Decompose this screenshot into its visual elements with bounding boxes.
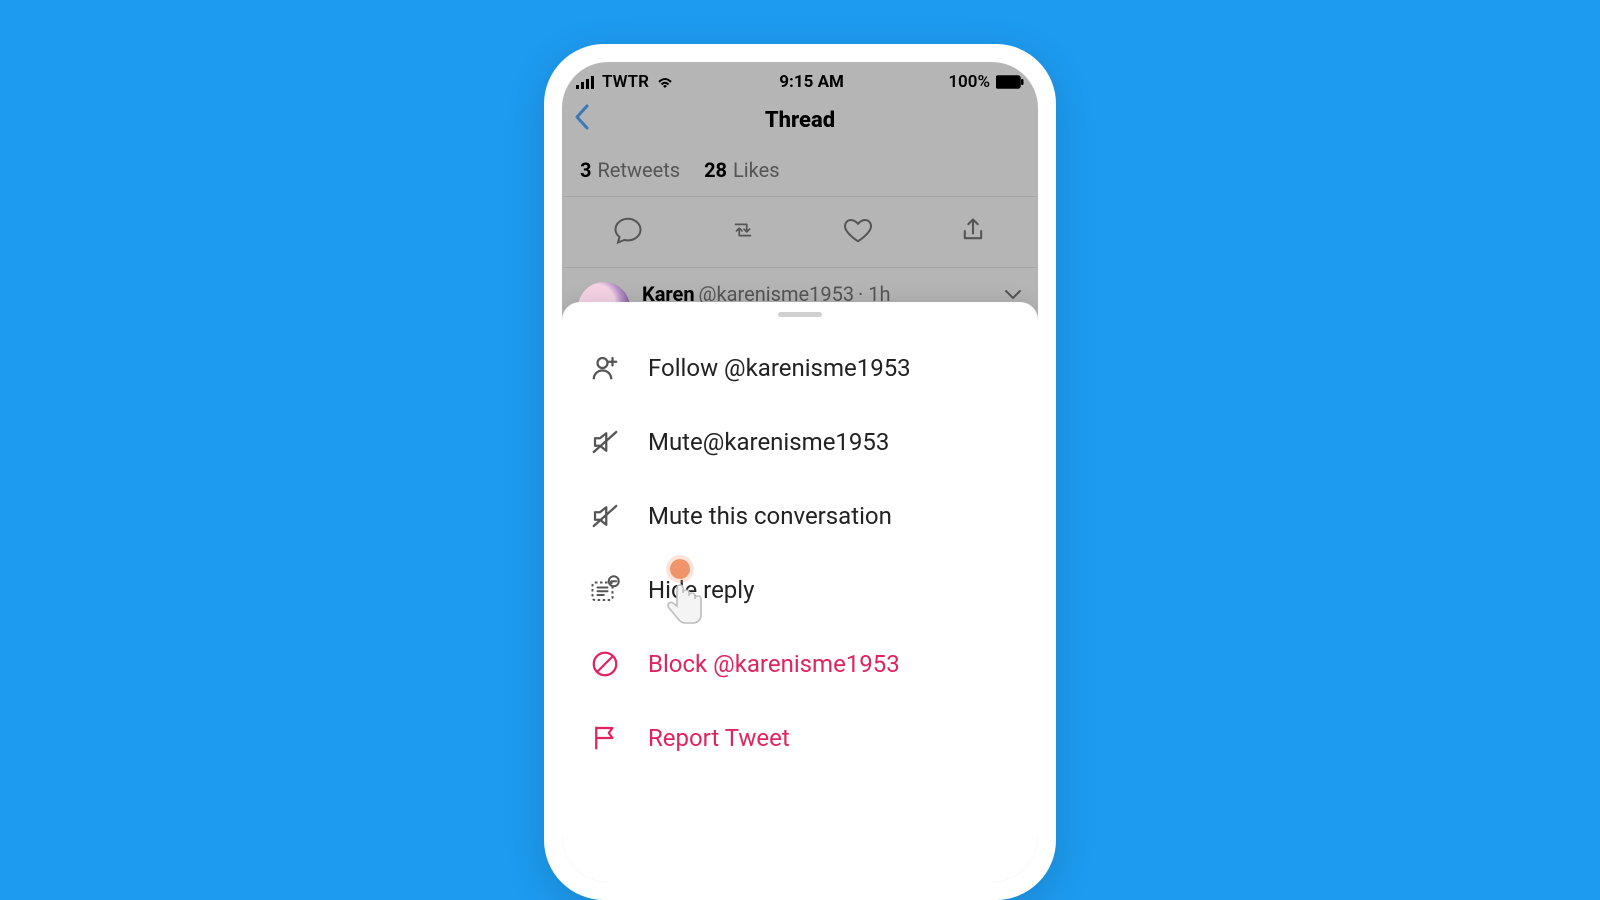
reply-button[interactable]	[613, 215, 643, 245]
likes-count[interactable]: 28Likes	[704, 158, 779, 182]
sheet-item-hide-reply[interactable]: Hide reply	[562, 553, 1038, 627]
action-sheet: Follow @karenisme1953 Mute@karenisme1953…	[562, 302, 1038, 882]
flag-icon	[590, 723, 620, 753]
speech-bubble-icon	[613, 215, 643, 245]
share-button[interactable]	[958, 215, 988, 245]
nav-bar: Thread	[562, 98, 1038, 142]
retweet-icon	[728, 215, 758, 245]
sheet-item-label: Follow @karenisme1953	[648, 354, 911, 382]
tweet-counts-row: 3Retweets 28Likes	[562, 142, 1038, 197]
battery-icon	[996, 75, 1024, 89]
like-button[interactable]	[843, 215, 873, 245]
block-icon	[590, 649, 620, 679]
status-right: 100%	[948, 72, 1024, 92]
sheet-item-report[interactable]: Report Tweet	[562, 701, 1038, 775]
chevron-left-icon	[574, 104, 590, 130]
carrier-label: TWTR	[602, 72, 649, 92]
share-icon	[959, 215, 987, 245]
phone-screen: TWTR 9:15 AM 100% Thread 3Retweets 2	[562, 62, 1038, 882]
nav-title: Thread	[765, 108, 835, 133]
status-time: 9:15 AM	[779, 72, 844, 92]
sheet-item-label: Block @karenisme1953	[648, 650, 900, 678]
retweets-count[interactable]: 3Retweets	[580, 158, 680, 182]
sheet-item-label: Hide reply	[648, 576, 754, 604]
sheet-item-label: Mute@karenisme1953	[648, 428, 889, 456]
phone-frame: TWTR 9:15 AM 100% Thread 3Retweets 2	[544, 44, 1056, 900]
status-left: TWTR	[576, 72, 675, 92]
wifi-icon	[655, 75, 675, 89]
tweet-action-row	[562, 197, 1038, 268]
sheet-item-mute-conversation[interactable]: Mute this conversation	[562, 479, 1038, 553]
mute-icon	[590, 501, 620, 531]
back-button[interactable]	[574, 104, 590, 137]
cellular-signal-icon	[576, 75, 596, 89]
heart-icon	[843, 215, 873, 245]
sheet-item-follow[interactable]: Follow @karenisme1953	[562, 331, 1038, 405]
follow-icon	[590, 353, 620, 383]
hide-reply-icon	[590, 575, 620, 605]
sheet-item-label: Report Tweet	[648, 724, 790, 752]
status-bar: TWTR 9:15 AM 100%	[562, 62, 1038, 98]
sheet-item-block[interactable]: Block @karenisme1953	[562, 627, 1038, 701]
sheet-item-label: Mute this conversation	[648, 502, 892, 530]
chevron-down-icon	[1004, 289, 1022, 301]
battery-percent: 100%	[948, 72, 990, 92]
sheet-item-mute-user[interactable]: Mute@karenisme1953	[562, 405, 1038, 479]
sheet-grabber[interactable]	[778, 312, 822, 317]
retweet-button[interactable]	[728, 215, 758, 245]
mute-icon	[590, 427, 620, 457]
